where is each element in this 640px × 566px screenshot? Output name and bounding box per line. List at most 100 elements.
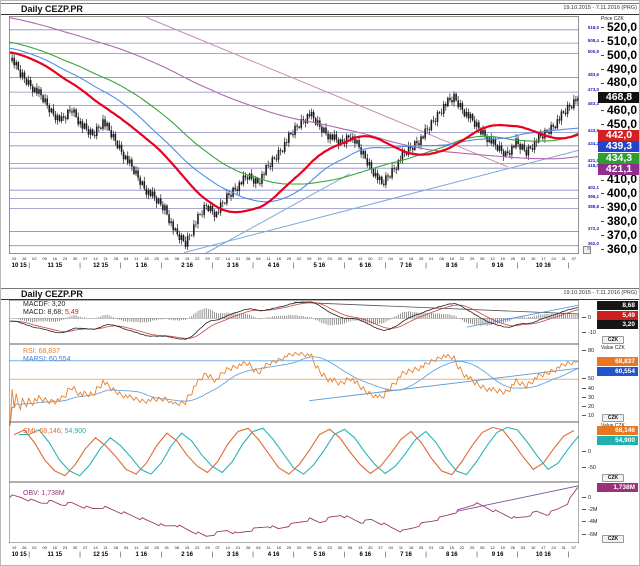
month-label: 11 15: [47, 263, 63, 269]
indicator-axis-tick: 40: [582, 386, 594, 392]
main-chart-title: Daily CEZP.PR: [21, 4, 83, 14]
month-label: 3 16: [227, 552, 239, 558]
month-separator: |: [425, 552, 427, 558]
smi-signal-line[interactable]: [18, 426, 579, 477]
obv-line[interactable]: [9, 487, 579, 537]
month-separator: |: [343, 552, 346, 558]
sr-level-label: 473,0: [587, 87, 599, 93]
sr-level-label: 463,3: [587, 100, 599, 106]
month-label: 4 16: [267, 263, 280, 269]
month-label: 8 16: [445, 263, 458, 269]
indicator-chart-titlebar: Daily CEZP.PR 19.10.2015 - 7.11.2016 (PR…: [1, 288, 639, 300]
main-price-chart-canvas[interactable]: [9, 16, 580, 255]
rsi-panel-canvas[interactable]: [9, 344, 580, 426]
indicator-axis-tick: 50: [582, 376, 594, 382]
currency-unit-badge: CZK: [602, 414, 624, 422]
indicator-axis-tick: -2M: [582, 507, 597, 513]
month-separator: |: [160, 552, 163, 558]
last-price-badge: 468,8: [598, 92, 639, 104]
month-label: 6 16: [359, 552, 372, 558]
indicator-axis-tick: -50: [582, 465, 596, 471]
legend-text: 5,49: [65, 309, 79, 316]
month-separator: |: [567, 552, 570, 558]
indicator-value-badge: 1,738M: [597, 482, 638, 492]
month-separator: |: [293, 552, 295, 558]
month-separator: |: [425, 263, 427, 269]
macd-signal-line[interactable]: [10, 302, 579, 339]
month-separator: |: [516, 552, 519, 558]
indicator-axis-tick: 30: [582, 395, 594, 401]
legend-text: 54,900: [64, 428, 87, 435]
indicator-legend: MARSI: 60,554: [23, 356, 70, 363]
indicator-axis-tick: 0: [582, 315, 591, 321]
sr-level-label: 418,0: [587, 163, 599, 169]
month-separator: |: [79, 552, 81, 558]
month-separator: |: [160, 263, 163, 269]
indicator-value-badge: 8,68: [597, 301, 638, 311]
sr-level-label: 402,1: [587, 185, 599, 191]
month-label: 5 16: [313, 552, 326, 558]
sr-level-label: 388,8: [587, 203, 599, 209]
month-separator: |: [28, 263, 30, 269]
smi-panel-canvas[interactable]: [9, 422, 580, 483]
indicator-legend: MACDF: 3,20: [23, 301, 65, 308]
legend-text: SMI: 68,146;: [23, 428, 65, 435]
month-label: 3 16: [227, 263, 239, 269]
indicator-axis-tick: -10: [582, 330, 596, 336]
sr-level-label: 518,0: [587, 24, 599, 30]
macd-panel-canvas[interactable]: [9, 300, 580, 345]
sr-level-label: 396,1: [587, 193, 599, 199]
indicator-legend: SMI: 68,146; 54,900: [23, 428, 86, 435]
obv-panel-canvas[interactable]: [9, 482, 580, 544]
month-label: 11 15: [47, 552, 63, 558]
month-label: 1 16: [135, 263, 148, 269]
day-tick-label: 07: [571, 545, 577, 550]
month-label: 2 16: [181, 263, 193, 269]
ma-slow-line[interactable]: [9, 41, 579, 185]
trendline[interactable]: [204, 173, 351, 255]
indicator-value-badge: 68,837: [597, 357, 638, 367]
month-separator: |: [211, 552, 214, 558]
panel-border: [9, 482, 580, 544]
month-separator: |: [567, 263, 570, 269]
ma-value-badge: 434,3: [598, 152, 639, 164]
legend-text: MACDF: 3,20: [23, 301, 66, 308]
chart-annotation-icon[interactable]: [583, 246, 591, 254]
indicator-date-range: 19.10.2015 - 7.11.2016 (PRG): [563, 290, 637, 296]
value-unit-header: Value CZK: [601, 345, 625, 351]
month-separator: |: [252, 263, 254, 269]
month-label: 12 15: [93, 263, 109, 269]
price-axis-label: 400,0: [601, 186, 637, 200]
sr-level-label: 443,8: [587, 127, 599, 133]
month-label: 9 16: [491, 263, 504, 269]
indicator-axis-tick: 20: [582, 404, 594, 410]
sr-level-label: 372,3: [587, 226, 599, 232]
indicator-value-badge: 3,20: [597, 320, 638, 330]
month-label: 10 16: [535, 263, 551, 269]
ma-value-badge: 442,0: [598, 129, 639, 141]
month-label: 9 16: [491, 552, 504, 558]
ma-value-badge: 439,3: [598, 141, 639, 152]
currency-unit-badge: CZK: [602, 336, 624, 344]
day-tick-label: 07: [571, 256, 577, 261]
month-separator: |: [384, 552, 387, 558]
ma-long-line[interactable]: [9, 17, 579, 160]
rsi-line[interactable]: [9, 351, 579, 426]
price-axis-label: 480,0: [601, 75, 637, 89]
trendline[interactable]: [293, 301, 580, 315]
month-separator: |: [476, 263, 478, 269]
month-label: 1 16: [135, 552, 148, 558]
month-separator: |: [120, 263, 122, 269]
main-chart-titlebar: Daily CEZP.PR 19.10.2015 - 7.11.2016 (PR…: [1, 3, 639, 15]
legend-text: MACD: 8,68;: [23, 309, 66, 316]
month-separator: |: [211, 263, 214, 269]
macd-line[interactable]: [9, 301, 579, 340]
indicator-legend: OBV: 1,738M: [23, 490, 65, 497]
currency-unit-badge: CZK: [602, 535, 624, 543]
price-axis-label: 360,0: [601, 242, 637, 256]
month-label: 12 15: [93, 552, 109, 558]
month-label: 7 16: [400, 552, 412, 558]
legend-text: RSI: 68,837: [23, 348, 60, 355]
month-separator: |: [293, 263, 295, 269]
month-label: 8 16: [445, 552, 458, 558]
